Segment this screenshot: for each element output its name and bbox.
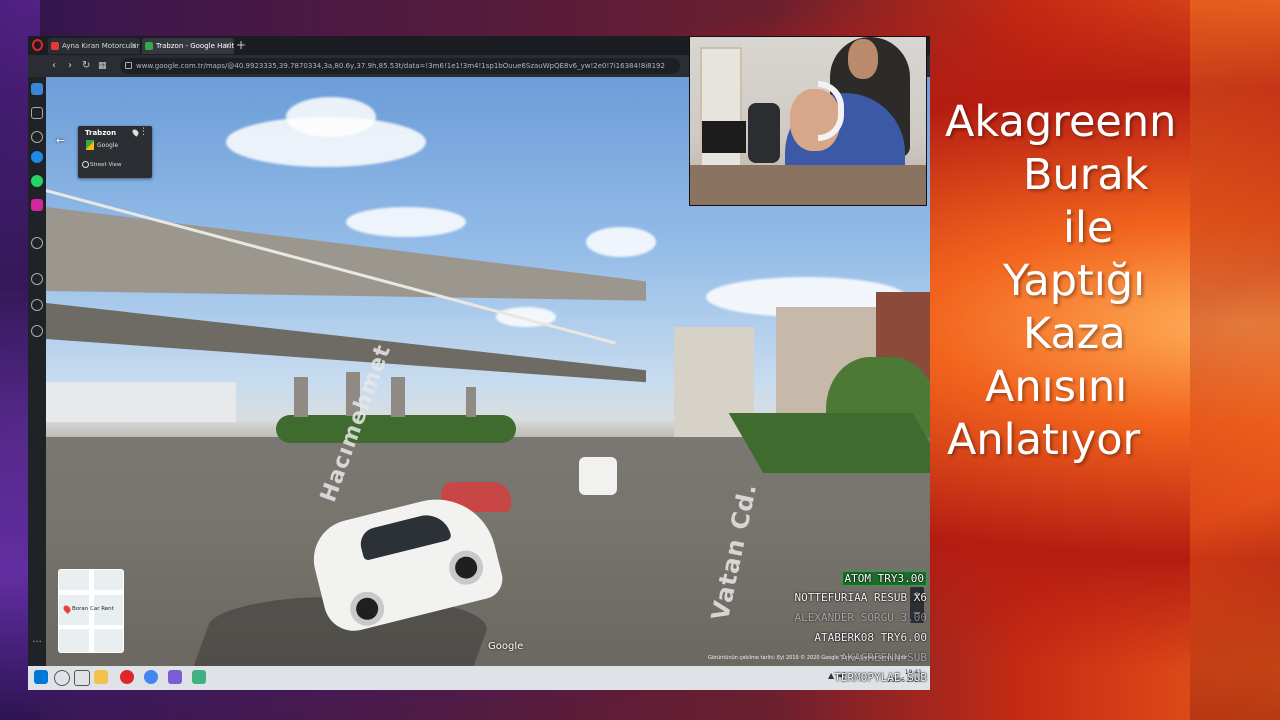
bridge-pillar: [466, 387, 476, 417]
title-line: Anısını: [985, 362, 1128, 412]
back-icon[interactable]: ‹: [52, 59, 56, 73]
alert-line: ATABERK08 TRY6.00: [814, 631, 927, 644]
google-maps-logo-icon: [86, 140, 94, 150]
browser-tab-twitch[interactable]: Ayna Kıran Motorcular! (9 ×: [48, 38, 140, 54]
windows-taskbar: ▲ ◄) 19:41 29.06.2020: [28, 666, 930, 690]
webcam-overlay: [689, 36, 927, 206]
task-view-icon[interactable]: [74, 670, 90, 686]
chrome-icon[interactable]: [144, 670, 158, 684]
url-field[interactable]: www.google.com.tr/maps/@40.9923335,39.78…: [120, 58, 680, 74]
place-title: Trabzon: [85, 129, 117, 137]
median-grass: [276, 415, 516, 443]
roadside-hedge: [728, 413, 930, 473]
title-line: Yaptığı: [1003, 256, 1146, 306]
alert-line: TERMOPYLAE SUB: [834, 671, 927, 684]
background-streak-right: [1190, 0, 1280, 720]
street-view-label: Street View: [90, 162, 122, 168]
white-van: [579, 457, 617, 495]
tab-label: Trabzon - Google Haritalar: [156, 42, 234, 50]
minimap-place-label: Boran Car Rent: [72, 606, 114, 612]
street-view-icon: [82, 161, 89, 168]
car-wheel: [346, 588, 388, 630]
browser-tab-maps[interactable]: Trabzon - Google Haritalar ×: [142, 38, 234, 54]
maps-favicon-icon: [145, 42, 153, 50]
more-icon[interactable]: ···: [31, 637, 43, 649]
tabs-grid-icon[interactable]: ▦: [98, 59, 107, 73]
heart-icon[interactable]: [31, 273, 43, 285]
messenger-icon[interactable]: [31, 151, 43, 163]
app-icon[interactable]: [192, 670, 206, 684]
windows-start-icon[interactable]: [34, 670, 48, 684]
history-icon[interactable]: [31, 299, 43, 311]
gaming-chair: [748, 103, 780, 163]
lock-icon: [125, 62, 132, 69]
overpass-bridge: [46, 207, 646, 301]
car-window: [357, 510, 452, 562]
minimap[interactable]: Boran Car Rent: [58, 569, 124, 653]
opera-sidebar: ···: [28, 77, 46, 666]
alert-line: AKAGREENN SUB: [840, 651, 927, 664]
back-arrow-icon[interactable]: ←: [56, 134, 65, 147]
instagram-icon[interactable]: [31, 199, 43, 211]
title-line: Akagreenn: [945, 97, 1177, 147]
tab-close-icon[interactable]: ×: [130, 38, 137, 54]
webcam-person-back-head: [848, 39, 878, 79]
title-line: ile: [1063, 203, 1114, 253]
tab-close-icon[interactable]: ×: [224, 38, 231, 54]
new-tab-button[interactable]: +: [236, 37, 246, 53]
location-pin-icon: [62, 604, 72, 614]
car-wheel: [445, 547, 487, 589]
alert-line: ATOM TRY3.00: [841, 571, 927, 586]
webcam-desk: [690, 165, 926, 205]
reload-icon[interactable]: ↻: [82, 59, 90, 73]
speed-dial-icon[interactable]: [31, 107, 43, 119]
app-icon[interactable]: [168, 670, 182, 684]
cloud: [586, 227, 656, 257]
cloud: [346, 207, 466, 237]
opera-taskbar-icon[interactable]: [120, 670, 134, 684]
place-source: Google: [97, 142, 119, 149]
webcam-monitor: [702, 121, 746, 153]
bridge-pillar: [294, 377, 308, 417]
title-line: Kaza: [1023, 309, 1126, 359]
tab-favicon-icon: [51, 42, 59, 50]
url-text: www.google.com.tr/maps/@40.9923335,39.78…: [136, 62, 665, 70]
place-card: ← Trabzon Google ⋮ Street View: [56, 126, 152, 178]
news-icon[interactable]: [31, 131, 43, 143]
search-icon[interactable]: [54, 670, 70, 686]
alert-line: ALEXANDER SORGU 3.00: [794, 611, 927, 624]
google-watermark: Google: [488, 641, 524, 652]
opera-logo-icon[interactable]: [32, 39, 43, 51]
title-line: Anlatıyor: [947, 415, 1141, 465]
tab-label: Ayna Kıran Motorcular! (9: [62, 42, 140, 50]
home-icon[interactable]: [31, 83, 43, 95]
bridge-pillar: [391, 377, 405, 417]
file-explorer-icon[interactable]: [94, 670, 108, 684]
alert-line: NOTTEFURIAA RESUB X6: [794, 591, 927, 604]
title-line: Burak: [1023, 150, 1149, 200]
factory-building: [46, 382, 236, 422]
settings-gear-icon[interactable]: [31, 325, 43, 337]
map-road: [59, 625, 123, 629]
more-vert-icon[interactable]: ⋮: [139, 127, 148, 137]
forward-icon[interactable]: ›: [68, 59, 72, 73]
cloud: [286, 97, 376, 137]
whatsapp-icon[interactable]: [31, 175, 43, 187]
player-icon[interactable]: [31, 237, 43, 249]
